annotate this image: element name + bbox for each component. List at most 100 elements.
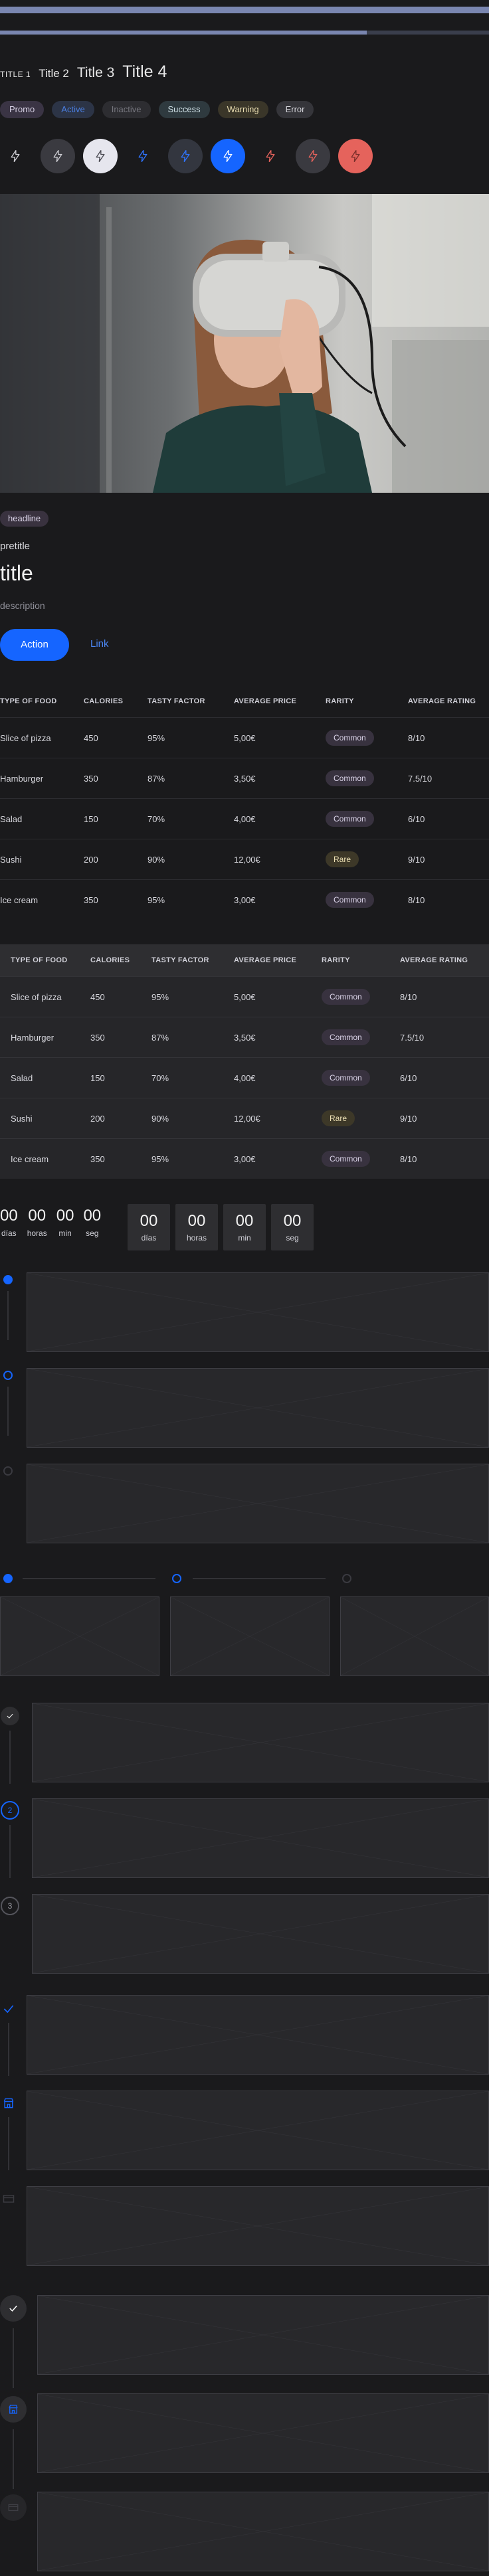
cell-rating: 8/10: [400, 991, 417, 1002]
step-connector: [13, 2328, 14, 2388]
title-4: Title 4: [122, 62, 167, 81]
cell-rating: 6/10: [400, 1073, 417, 1083]
card-icon: [8, 2504, 19, 2512]
countdown-value: 00: [283, 1212, 302, 1230]
icon-button-filled-blue[interactable]: [211, 139, 245, 173]
cell-tasty: 87%: [147, 773, 165, 784]
step-connector: [23, 1578, 155, 1579]
icon-button-filled-dark-blue[interactable]: [168, 139, 203, 173]
column-header: TYPE OF FOOD: [11, 956, 68, 964]
cell-rating: 8/10: [408, 732, 425, 743]
cell-calories: 450: [90, 991, 105, 1002]
cell-food: Salad: [0, 814, 23, 824]
countdown-label: días: [141, 1233, 157, 1243]
tag-promo[interactable]: Promo: [0, 101, 45, 118]
tag-warning[interactable]: Warning: [217, 101, 268, 118]
step-dot-current[interactable]: [172, 1574, 181, 1583]
title-samples: TITLE 1 Title 2 Title 3 Title 4: [0, 62, 167, 81]
countdown-label: seg: [286, 1233, 299, 1243]
table-header-row: TYPE OF FOOD CALORIES TASTY FACTOR AVERA…: [0, 685, 489, 717]
cell-rating: 8/10: [408, 895, 425, 905]
icon-button-ghost-red[interactable]: [253, 139, 288, 173]
cell-price: 3,50€: [234, 773, 256, 784]
step-dot-pending[interactable]: [3, 1466, 13, 1476]
bolt-icon: [351, 150, 360, 162]
bolt-icon: [223, 150, 233, 162]
step-completed[interactable]: [0, 2000, 17, 2018]
step-completed[interactable]: [0, 2295, 27, 2322]
countdown-value: 00: [56, 1207, 74, 1225]
table-row: Hamburger 350 87% 3,50€ Common 7.5/10: [0, 1017, 489, 1057]
column-header: TASTY FACTOR: [151, 956, 209, 964]
store-icon: [9, 2405, 18, 2414]
cell-food: Slice of pizza: [11, 991, 62, 1002]
countdown-seconds-box: 00 seg: [271, 1204, 314, 1250]
cell-price: 4,00€: [234, 1073, 256, 1083]
countdown-value: 00: [235, 1212, 254, 1230]
step-current[interactable]: [0, 2095, 17, 2112]
step-dot-active[interactable]: [3, 1574, 13, 1583]
step-dot-active[interactable]: [3, 1275, 13, 1284]
progress-bar-secondary: [0, 31, 489, 35]
image-placeholder: [32, 1798, 489, 1878]
tag-inactive[interactable]: Inactive: [102, 101, 151, 118]
cell-food: Hamburger: [0, 773, 44, 784]
cell-rarity: Common: [322, 1017, 370, 1057]
step-pending[interactable]: [0, 2494, 27, 2521]
cell-price: 3,00€: [234, 1154, 256, 1164]
icon-button-ghost-neutral[interactable]: [0, 139, 33, 173]
step-current[interactable]: [0, 2396, 27, 2423]
icon-button-filled-light[interactable]: [83, 139, 118, 173]
table-row: Slice of pizza 450 95% 5,00€ Common 8/10: [0, 976, 489, 1017]
bolt-icon: [266, 150, 275, 162]
cell-price: 12,00€: [234, 854, 260, 865]
step-dot-current[interactable]: [3, 1371, 13, 1380]
image-placeholder: [170, 1596, 330, 1676]
cell-food: Hamburger: [11, 1032, 54, 1043]
step-pending[interactable]: [0, 2190, 17, 2207]
cell-price: 5,00€: [234, 991, 256, 1002]
tag-success[interactable]: Success: [158, 101, 210, 118]
cell-food: Sushi: [11, 1113, 33, 1124]
tag-error[interactable]: Error: [276, 101, 314, 118]
icon-button-filled-red[interactable]: [338, 139, 373, 173]
table-row: Salad 150 70% 4,00€ Common 6/10: [0, 1057, 489, 1098]
rarity-badge: Common: [326, 892, 374, 908]
step-connector: [9, 1825, 11, 1878]
cell-price: 5,00€: [234, 732, 256, 743]
cell-tasty: 70%: [147, 814, 165, 824]
table-header-row: TYPE OF FOOD CALORIES TASTY FACTOR AVERA…: [0, 944, 489, 976]
action-button[interactable]: Action: [0, 629, 69, 661]
rarity-badge: Common: [322, 989, 370, 1005]
countdown-value: 00: [0, 1207, 18, 1225]
step-completed[interactable]: [1, 1707, 19, 1725]
cell-tasty: 95%: [147, 895, 165, 905]
image-placeholder: [27, 1464, 489, 1543]
bolt-icon: [11, 150, 20, 162]
cell-price: 4,00€: [234, 814, 256, 824]
icon-button-filled-dark[interactable]: [41, 139, 75, 173]
column-header: RARITY: [322, 956, 350, 964]
step-pending[interactable]: 3: [1, 1897, 19, 1915]
step-connector: [193, 1578, 326, 1579]
progress-bar-secondary-fill: [0, 31, 367, 35]
step-current[interactable]: 2: [1, 1801, 19, 1820]
cell-food: Slice of pizza: [0, 732, 51, 743]
step-connector: [13, 2429, 14, 2489]
tag-row: Promo Active Inactive Success Warning Er…: [0, 101, 314, 118]
table-row: Sushi 200 90% 12,00€ Rare 9/10: [0, 1098, 489, 1138]
table-row: Slice of pizza 450 95% 5,00€ Common 8/10: [0, 717, 489, 758]
step-dot-pending[interactable]: [342, 1574, 351, 1583]
countdown-minutes: 00 min: [56, 1206, 74, 1238]
icon-button-filled-dark-red[interactable]: [296, 139, 330, 173]
table-row: Ice cream 350 95% 3,00€ Common 8/10: [0, 1138, 489, 1179]
cell-rarity: Rare: [322, 1098, 355, 1138]
table-row: Salad 150 70% 4,00€ Common 6/10: [0, 798, 489, 839]
link[interactable]: Link: [90, 638, 109, 649]
image-placeholder: [0, 1596, 159, 1676]
cell-rarity: Common: [322, 1139, 370, 1179]
cell-rating: 9/10: [408, 854, 425, 865]
tag-active[interactable]: Active: [52, 101, 94, 118]
cell-tasty: 90%: [147, 854, 165, 865]
icon-button-ghost-blue[interactable]: [126, 139, 160, 173]
